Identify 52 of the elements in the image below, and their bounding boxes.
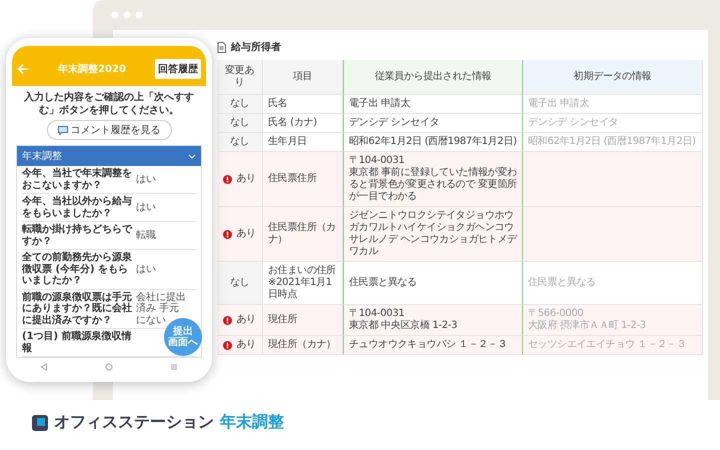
submitted-cell: ジゼンニトウロクシテイタジョウホウガカワルトハイケイショクガヘンコウサレルノデ ヘンコウカショガヒトメデワカル — [343, 207, 523, 262]
question-text: 前職の源泉徴収票は手元にありますか？既に会社に提出済みですか？ — [22, 292, 132, 326]
change-cell: なし — [217, 95, 263, 114]
item-cell: 生年月日 — [263, 133, 343, 152]
product-name: 年末調整 — [220, 412, 284, 433]
change-cell: あり — [217, 305, 263, 336]
comment-history-button[interactable]: コメント履歴を見る — [46, 120, 172, 140]
change-cell: あり — [217, 336, 263, 355]
change-cell: あり — [217, 152, 263, 207]
section-header[interactable]: 年末調整 — [17, 146, 201, 166]
question-text: 今年、当社以外から給与をもらいましたか？ — [22, 196, 132, 219]
answer-text: はい — [136, 202, 157, 214]
answer-text: はい — [136, 174, 157, 186]
change-cell: なし — [217, 133, 263, 152]
item-cell: 氏名 — [263, 95, 343, 114]
question-text: 全ての前勤務先から源泉徴収票 (今年分) をもらいましたか？ — [22, 252, 132, 286]
initial-cell: 電子出 申請太 — [523, 95, 703, 114]
submitted-cell: 昭和62年1月2日 (西暦1987年1月2日) — [343, 133, 523, 152]
submitted-cell: 電子出 申請太 — [343, 95, 523, 114]
brand-name: オフィスステーション — [54, 412, 214, 433]
initial-cell: 昭和62年1月2日 (西暦1987年1月2日) — [523, 133, 703, 152]
question-text: 今年、当社で年末調整をおこないますか？ — [22, 168, 132, 191]
submitted-cell: チュウオウクキョウバシ １－２－３ — [343, 336, 523, 355]
item-cell: 現住所 — [263, 305, 343, 336]
initial-cell: セッツシエイエイチョウ １－２－３ — [523, 336, 703, 355]
submitted-cell: デンシデ シンセイタ — [343, 114, 523, 133]
column-header: 変更あり — [217, 60, 263, 95]
initial-cell: 〒566-0000 大阪府 摂津市ＡＡ町 1-2-3 — [523, 305, 703, 336]
answer-text: 転職 — [136, 230, 157, 242]
history-button[interactable]: 回答履歴 — [155, 59, 201, 79]
item-cell: 住民票住所 — [263, 152, 343, 207]
item-cell: 氏名 (カナ) — [263, 114, 343, 133]
column-header: 項目 — [263, 60, 343, 95]
column-header: 初期データの情報 — [523, 60, 703, 95]
section-title: 給与所得者 — [231, 40, 281, 54]
submitted-cell: 〒104-0031 東京都 事前に登録していた情報が変わると背景色が変更されるので 変更箇所が一目でわかる — [343, 152, 523, 207]
question-text: 転職か掛け持ちどちらですか？ — [22, 224, 132, 247]
app-title: 年末調整2020 — [56, 62, 127, 76]
question-text: (1つ目) 前職源泉徴収情報 — [22, 331, 132, 354]
instruction-text: 入力した内容をご確認の上「次へすすむ」ボタンを押してください。 — [23, 90, 195, 118]
change-cell: なし — [217, 262, 263, 305]
answer-text: はい — [136, 264, 157, 275]
item-cell: 現住所（カナ） — [263, 336, 343, 355]
submitted-cell: 〒104-0031 東京都 中央区京橋 1-2-3 — [343, 305, 523, 336]
initial-cell: デンシデ シンセイタ — [523, 114, 703, 133]
item-cell: 住民票住所（カナ） — [263, 207, 343, 262]
column-header: 従業員から提出された情報 — [343, 60, 523, 95]
change-cell: なし — [217, 114, 263, 133]
item-cell: お住まいの住所 ※2021年1月1日時点 — [263, 262, 343, 305]
submitted-cell: 住民票と異なる — [343, 262, 523, 305]
change-cell: あり — [217, 207, 263, 262]
initial-cell: 住民票と異なる — [523, 262, 703, 305]
